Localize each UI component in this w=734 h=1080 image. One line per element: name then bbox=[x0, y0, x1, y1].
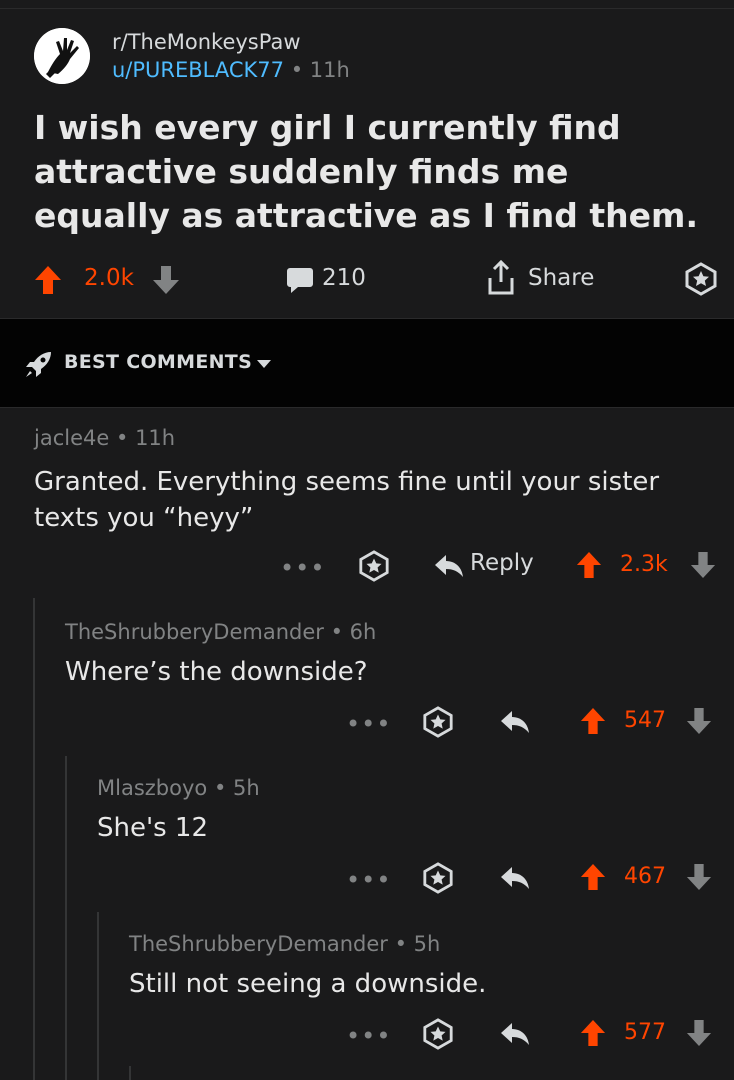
comment-score: 547 bbox=[624, 708, 666, 733]
reply-button[interactable]: Reply bbox=[470, 550, 534, 576]
downvote-arrow-icon[interactable] bbox=[686, 862, 712, 892]
comment-author[interactable]: TheShrubberyDemander bbox=[65, 620, 324, 644]
upvote-arrow-icon[interactable] bbox=[576, 550, 602, 580]
comment-action-bar: ••• 547 bbox=[0, 706, 734, 746]
comment-age: 6h bbox=[349, 620, 377, 644]
more-options-button[interactable]: ••• bbox=[346, 866, 391, 894]
more-options-button[interactable]: ••• bbox=[280, 554, 325, 582]
separator-dot: • bbox=[394, 932, 407, 956]
post-comment-count[interactable]: 210 bbox=[322, 265, 366, 291]
chevron-down-icon[interactable] bbox=[256, 359, 272, 369]
comment-age: 5h bbox=[413, 932, 441, 956]
upvote-arrow-icon[interactable] bbox=[580, 862, 606, 892]
share-button[interactable]: Share bbox=[528, 265, 594, 291]
comment-meta: TheShrubberyDemander • 5h bbox=[129, 932, 440, 956]
more-options-button[interactable]: ••• bbox=[346, 1022, 391, 1050]
comment-meta: jacle4e • 11h bbox=[34, 426, 175, 450]
post-author-line: u/PUREBLACK77 • 11h bbox=[112, 58, 350, 82]
subreddit-name[interactable]: r/TheMonkeysPaw bbox=[112, 30, 301, 54]
comment-score: 577 bbox=[624, 1020, 666, 1045]
award-icon[interactable] bbox=[684, 262, 718, 296]
reply-arrow-icon[interactable] bbox=[500, 710, 530, 734]
thread-line[interactable] bbox=[33, 598, 35, 1080]
comment-author[interactable]: jacle4e bbox=[34, 426, 109, 450]
top-divider bbox=[0, 8, 734, 9]
comment-body[interactable]: She's 12 bbox=[97, 810, 697, 846]
subreddit-avatar[interactable] bbox=[34, 28, 90, 84]
upvote-arrow-icon[interactable] bbox=[580, 706, 606, 736]
comment-score: 2.3k bbox=[620, 552, 668, 577]
comment-age: 11h bbox=[135, 426, 176, 450]
award-icon[interactable] bbox=[422, 706, 454, 738]
more-options-button[interactable]: ••• bbox=[346, 710, 391, 738]
post-title[interactable]: I wish every girl I currently find attra… bbox=[34, 106, 704, 238]
comment-sort-bar[interactable]: BEST COMMENTS bbox=[0, 319, 734, 407]
reply-arrow-icon[interactable] bbox=[434, 554, 464, 578]
post-header: r/TheMonkeysPaw u/PUREBLACK77 • 11h bbox=[34, 28, 694, 84]
comment-body[interactable]: Where’s the downside? bbox=[65, 654, 705, 690]
comment-action-bar: ••• Reply 2.3k bbox=[0, 550, 734, 590]
comment-bubble-icon[interactable] bbox=[286, 266, 314, 294]
comment-score: 467 bbox=[624, 864, 666, 889]
comment-action-bar: ••• 467 bbox=[0, 862, 734, 902]
separator-dot: • bbox=[115, 426, 129, 450]
rocket-icon bbox=[24, 349, 54, 379]
downvote-arrow-icon[interactable] bbox=[686, 706, 712, 736]
award-icon[interactable] bbox=[358, 550, 390, 582]
comment-meta: TheShrubberyDemander • 6h bbox=[65, 620, 376, 644]
share-icon[interactable] bbox=[486, 260, 516, 296]
post-age: 11h bbox=[309, 58, 350, 82]
reply-arrow-icon[interactable] bbox=[500, 1022, 530, 1046]
upvote-arrow-icon[interactable] bbox=[34, 264, 62, 296]
downvote-arrow-icon[interactable] bbox=[152, 264, 180, 296]
award-icon[interactable] bbox=[422, 862, 454, 894]
comment-body[interactable]: Granted. Everything seems fine until you… bbox=[34, 464, 704, 536]
upvote-arrow-icon[interactable] bbox=[580, 1018, 606, 1048]
separator-dot: • bbox=[330, 620, 343, 644]
award-icon[interactable] bbox=[422, 1018, 454, 1050]
separator-dot: • bbox=[290, 58, 304, 82]
post-author[interactable]: u/PUREBLACK77 bbox=[112, 58, 284, 82]
comment-age: 5h bbox=[233, 776, 260, 800]
separator-dot: • bbox=[213, 776, 227, 800]
downvote-arrow-icon[interactable] bbox=[690, 550, 716, 580]
downvote-arrow-icon[interactable] bbox=[686, 1018, 712, 1048]
comment-author[interactable]: Mlaszboyo bbox=[97, 776, 207, 800]
sort-label[interactable]: BEST COMMENTS bbox=[64, 351, 252, 373]
section-divider bbox=[0, 407, 734, 408]
comment-author[interactable]: TheShrubberyDemander bbox=[129, 932, 388, 956]
comment-action-bar: ••• 577 bbox=[0, 1018, 734, 1058]
thread-line[interactable] bbox=[129, 1066, 131, 1080]
post-action-bar: 2.0k 210 Share bbox=[34, 258, 720, 302]
comment-meta: Mlaszboyo • 5h bbox=[97, 776, 260, 800]
reply-arrow-icon[interactable] bbox=[500, 866, 530, 890]
post-score: 2.0k bbox=[84, 265, 134, 291]
comment-body[interactable]: Still not seeing a downside. bbox=[129, 966, 709, 1002]
